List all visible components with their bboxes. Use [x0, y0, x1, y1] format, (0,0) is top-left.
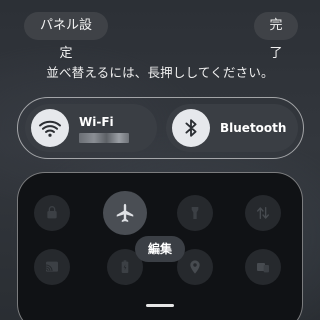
- wifi-label: Wi-Fi: [79, 115, 114, 129]
- cast-icon[interactable]: [34, 249, 70, 285]
- bluetooth-icon: [172, 109, 210, 147]
- instruction-text: 並べ替えるには、長押ししてください。: [46, 65, 274, 80]
- device-control-icon[interactable]: [245, 249, 281, 285]
- wifi-network-name-redacted: [79, 133, 129, 143]
- panel-settings-button[interactable]: パネル設定: [24, 12, 108, 61]
- wifi-icon: [31, 109, 69, 147]
- done-button[interactable]: 完了: [254, 12, 298, 61]
- airplane-icon[interactable]: [103, 191, 147, 235]
- flashlight-icon[interactable]: [177, 195, 213, 231]
- drag-handle[interactable]: [146, 304, 174, 307]
- data-transfer-icon[interactable]: [245, 195, 281, 231]
- bluetooth-tile[interactable]: Bluetooth: [166, 104, 298, 152]
- lock-rotate-icon[interactable]: [34, 195, 70, 231]
- wifi-tile[interactable]: Wi-Fi: [25, 104, 157, 152]
- edit-button[interactable]: 編集: [135, 236, 185, 262]
- bluetooth-label: Bluetooth: [220, 121, 287, 135]
